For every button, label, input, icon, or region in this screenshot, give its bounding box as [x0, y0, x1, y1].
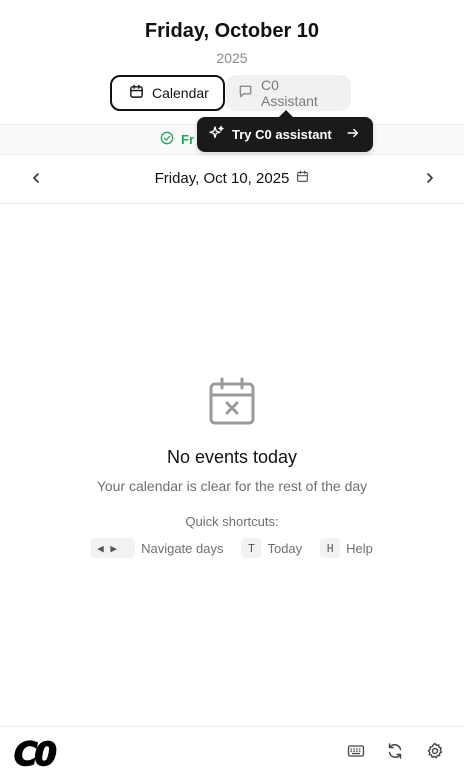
shortcut-label: Help [346, 540, 373, 556]
refresh-button[interactable] [385, 742, 405, 765]
sparkles-icon [209, 125, 225, 144]
date-navigator: Friday, Oct 10, 2025 [0, 156, 464, 204]
empty-state-title: No events today [166, 447, 298, 467]
footer-bar: C0 [0, 726, 464, 779]
date-picker-trigger[interactable]: Friday, Oct 10, 2025 [0, 170, 464, 187]
shortcut-label: Navigate days [141, 540, 224, 556]
settings-icon [426, 742, 444, 765]
page-title: Friday, October 10 [144, 20, 320, 42]
try-assistant-tooltip[interactable]: Try C0 assistant [197, 117, 373, 152]
tab-assistant-label: C0 Assistant [261, 77, 318, 109]
key-h-badge: H [320, 538, 341, 558]
status-message: Fr [160, 131, 194, 148]
view-tabs: Calendar C0 Assistant [110, 74, 351, 112]
shortcut-label: Today [267, 540, 303, 556]
app-window: Friday, October 10 2025 Calendar C0 Assi… [0, 0, 464, 779]
arrow-keys-badge: ◀ ▶ [91, 538, 136, 558]
shortcut-help: H Help [320, 538, 373, 558]
calendar-small-icon [296, 170, 309, 187]
current-date-label: Friday, Oct 10, 2025 [154, 170, 290, 187]
key-t-badge: T [241, 538, 262, 558]
page-year: 2025 [216, 50, 248, 66]
shortcut-navigate-days: ◀ ▶ Navigate days [91, 538, 223, 558]
tab-calendar-label: Calendar [152, 85, 209, 101]
status-text: Fr [181, 132, 194, 147]
keyboard-shortcuts-button[interactable] [346, 743, 366, 763]
empty-state: No events today Your calendar is clear f… [0, 376, 464, 558]
refresh-icon [386, 742, 404, 765]
shortcuts-list: ◀ ▶ Navigate days T Today H Help [0, 538, 464, 558]
chevron-right-icon [424, 171, 436, 189]
arrow-right-icon [346, 126, 360, 143]
tooltip-label: Try C0 assistant [232, 127, 332, 142]
shortcut-today: T Today [241, 538, 302, 558]
keyboard-icon [347, 742, 365, 765]
check-circle-icon [160, 131, 174, 148]
tab-calendar[interactable]: Calendar [110, 75, 225, 111]
settings-button[interactable] [425, 742, 445, 765]
next-day-button[interactable] [420, 170, 440, 190]
tab-c0-assistant[interactable]: C0 Assistant [226, 75, 351, 111]
c0-logo: C0 [13, 734, 57, 774]
chat-bubble-icon [238, 84, 253, 102]
calendar-icon [129, 84, 144, 102]
shortcuts-title: Quick shortcuts: [185, 514, 279, 529]
calendar-x-icon [0, 376, 464, 431]
empty-state-subtitle: Your calendar is clear for the rest of t… [96, 478, 368, 494]
